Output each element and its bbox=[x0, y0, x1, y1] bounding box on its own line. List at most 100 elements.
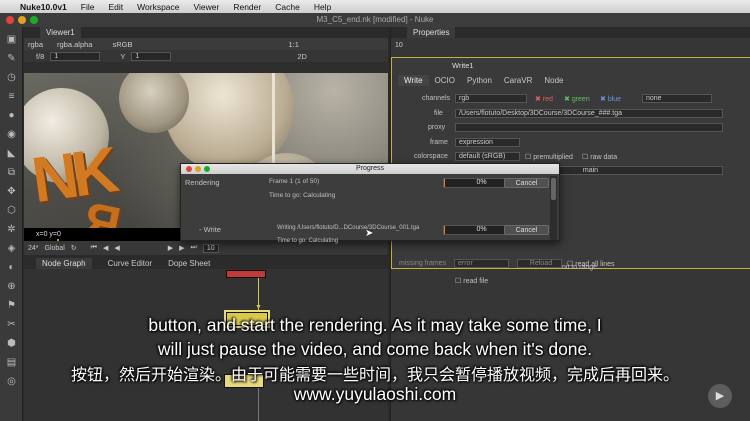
colorspace-dropdown[interactable]: default (sRGB) bbox=[455, 152, 520, 161]
zoom-window-button[interactable] bbox=[30, 16, 38, 24]
render-time-text: Time to go: Calculating bbox=[269, 192, 336, 199]
tab-ocio[interactable]: OCIO bbox=[429, 75, 461, 86]
proxy-label: proxy bbox=[428, 124, 446, 131]
menu-cache[interactable]: Cache bbox=[275, 2, 300, 12]
viewer-tab-bar: Viewer1 bbox=[24, 27, 388, 38]
video-play-icon[interactable]: ▶ bbox=[708, 384, 732, 408]
close-window-button[interactable] bbox=[6, 16, 14, 24]
deep-tool-icon[interactable]: ◈ bbox=[5, 243, 18, 255]
tab-python[interactable]: Python bbox=[461, 75, 498, 86]
progress-titlebar: Progress bbox=[181, 164, 559, 174]
image-tool-icon[interactable]: ▣ bbox=[5, 34, 18, 46]
dialog-zoom-button[interactable] bbox=[204, 166, 210, 172]
frame-mode-dropdown[interactable]: expression bbox=[455, 138, 520, 147]
rendering-label: Rendering bbox=[185, 178, 220, 187]
tab-node-graph[interactable]: Node Graph bbox=[36, 258, 92, 269]
read-all-lines-label: read all lines bbox=[575, 261, 615, 268]
minimize-window-button[interactable] bbox=[18, 16, 26, 24]
particles-tool-icon[interactable]: ✲ bbox=[5, 224, 18, 236]
menu-file[interactable]: File bbox=[81, 2, 95, 12]
max-panels-field[interactable]: 10 bbox=[395, 42, 403, 49]
refresh-icon[interactable]: ↻ bbox=[71, 244, 77, 252]
fps-field[interactable]: 24* bbox=[28, 245, 39, 252]
zoom-dropdown[interactable]: 1:1 bbox=[288, 40, 298, 49]
red-label: red bbox=[542, 96, 553, 103]
mode-dropdown[interactable]: 2D bbox=[297, 52, 307, 61]
window-titlebar: M3_C5_end.nk [modified] - Nuke bbox=[0, 13, 750, 27]
channels-dropdown[interactable]: rgb bbox=[455, 94, 527, 103]
dialog-close-button[interactable] bbox=[186, 166, 192, 172]
mouse-cursor-icon: ➤ bbox=[365, 228, 374, 239]
tab-properties[interactable]: Properties bbox=[407, 27, 456, 38]
raw-data-label: raw data bbox=[590, 154, 618, 161]
dialog-scrollbar[interactable] bbox=[550, 176, 557, 240]
raw-data-checkbox[interactable]: ☐ raw data bbox=[582, 153, 617, 161]
tab-node[interactable]: Node bbox=[538, 75, 569, 86]
first-frame-icon[interactable]: ⏮ bbox=[91, 244, 97, 252]
premultiplied-checkbox[interactable]: ☐ premultiplied bbox=[525, 153, 573, 161]
menu-viewer[interactable]: Viewer bbox=[194, 2, 220, 12]
channels-dropdown[interactable]: rgba bbox=[28, 40, 43, 49]
render-cancel-button[interactable]: Cancel bbox=[504, 178, 549, 188]
read-file-checkbox[interactable]: ☐ read file bbox=[455, 277, 488, 285]
metadata-tool-icon[interactable]: ⊕ bbox=[5, 281, 18, 293]
tab-viewer1[interactable]: Viewer1 bbox=[40, 27, 81, 38]
play-icon[interactable]: ▶ bbox=[168, 244, 173, 252]
keyer-tool-icon[interactable]: ◣ bbox=[5, 148, 18, 160]
alpha-channel-dropdown[interactable]: none bbox=[642, 94, 712, 103]
frame-label: frame bbox=[430, 139, 448, 146]
properties-tab-bar: Properties bbox=[391, 27, 750, 38]
3d-tool-icon[interactable]: ⬡ bbox=[5, 205, 18, 217]
subtitle-line-1: button, and start the rendering. As it m… bbox=[148, 315, 602, 335]
tab-write[interactable]: Write bbox=[398, 75, 429, 86]
play-back-icon[interactable]: ◀ bbox=[114, 244, 119, 252]
read-all-lines-checkbox[interactable]: ☐ read all lines bbox=[567, 260, 615, 268]
merge-tool-icon[interactable]: ⧉ bbox=[5, 167, 18, 179]
channel-tool-icon[interactable]: ≡ bbox=[5, 91, 18, 103]
menu-workspace[interactable]: Workspace bbox=[137, 2, 179, 12]
green-checkbox[interactable]: ✖ green bbox=[564, 95, 590, 103]
subtitle-line-2: will just pause the video, and come back… bbox=[157, 339, 593, 359]
coordinate-readout: x=0 y=0 bbox=[36, 231, 61, 238]
write-cancel-button[interactable]: Cancel bbox=[504, 225, 549, 235]
transform-tool-icon[interactable]: ✥ bbox=[5, 186, 18, 198]
menu-app-name[interactable]: Nuke10.0v1 bbox=[20, 2, 67, 12]
scrollbar-thumb[interactable] bbox=[551, 178, 556, 200]
gain-field[interactable]: 1 bbox=[50, 51, 101, 61]
file-path-input[interactable]: /Users/flotuto/Desktop/3DCourse/3DCourse… bbox=[455, 109, 723, 118]
fstop-label: f/8 bbox=[36, 51, 45, 61]
node-read[interactable] bbox=[226, 270, 266, 278]
next-key-icon[interactable]: ▶ bbox=[179, 244, 184, 252]
draw-tool-icon[interactable]: ✎ bbox=[5, 53, 18, 65]
menu-help[interactable]: Help bbox=[314, 2, 331, 12]
proxy-input[interactable] bbox=[455, 123, 723, 132]
last-frame-icon[interactable]: ⏭ bbox=[191, 244, 197, 252]
alpha-dropdown[interactable]: rgba.alpha bbox=[57, 40, 92, 49]
render-frame-text: Frame 1 (1 of 50) bbox=[269, 178, 320, 185]
colorspace-label: colorspace bbox=[414, 153, 448, 160]
tab-caravr[interactable]: CaraVR bbox=[498, 75, 538, 86]
tab-curve-editor[interactable]: Curve Editor bbox=[102, 258, 158, 269]
node-name-field[interactable]: Write1 bbox=[452, 61, 474, 70]
blue-checkbox[interactable]: ✖ blue bbox=[600, 95, 621, 103]
filter-tool-icon[interactable]: ◉ bbox=[5, 129, 18, 141]
menu-edit[interactable]: Edit bbox=[109, 2, 124, 12]
tab-dope-sheet[interactable]: Dope Sheet bbox=[162, 258, 216, 269]
prev-key-icon[interactable]: ◀ bbox=[103, 244, 108, 252]
frame-input[interactable]: 10 bbox=[202, 243, 219, 253]
reload-button[interactable]: Reload bbox=[517, 259, 562, 268]
time-tool-icon[interactable]: ◷ bbox=[5, 72, 18, 84]
dialog-minimize-button[interactable] bbox=[195, 166, 201, 172]
views-tool-icon[interactable]: ◐ bbox=[5, 262, 18, 274]
colorspace-dropdown[interactable]: sRGB bbox=[112, 40, 132, 49]
arrow-icon: ▼ bbox=[255, 304, 262, 311]
channels-label: channels bbox=[422, 95, 451, 102]
menu-render[interactable]: Render bbox=[233, 2, 261, 12]
red-checkbox[interactable]: ✖ red bbox=[535, 95, 553, 103]
color-tool-icon[interactable]: ● bbox=[5, 110, 18, 122]
range-dropdown[interactable]: Global bbox=[45, 245, 65, 252]
gamma-field[interactable]: 1 bbox=[131, 51, 172, 61]
subtitle-line-4: www.yuyulaoshi.com bbox=[293, 384, 457, 404]
toolsets-tool-icon[interactable]: ⚑ bbox=[5, 300, 18, 312]
missing-frames-dropdown[interactable]: error bbox=[454, 259, 509, 268]
